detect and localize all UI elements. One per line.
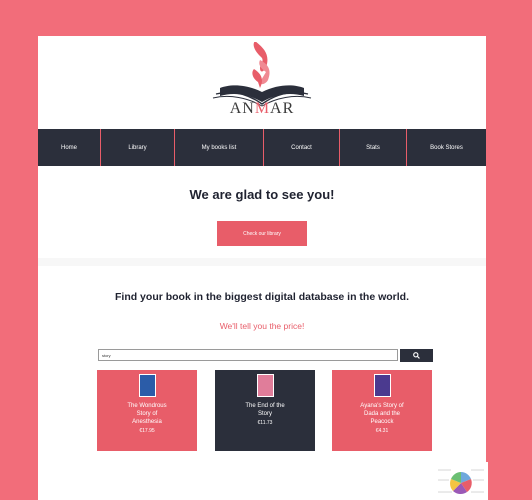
nav-item-my-books-list[interactable]: My books list <box>175 129 264 166</box>
book-price: €17.95 <box>139 428 155 434</box>
book-cover-image <box>373 374 391 397</box>
nav-item-library[interactable]: Library <box>101 129 175 166</box>
nav-item-stats[interactable]: Stats <box>340 129 407 166</box>
brand-name-right: AR <box>270 100 295 117</box>
book-card[interactable]: The Wondrous Story of Anesthesia €17.95 <box>97 370 197 451</box>
book-card[interactable]: Ayana's Story of Dada and the Peacock €4… <box>332 370 432 451</box>
nav-item-home[interactable]: Home <box>38 129 101 166</box>
welcome-heading: We are glad to see you! <box>189 187 335 202</box>
stats-pie-chart-thumbnail[interactable] <box>434 462 488 500</box>
search-section-subheading: We'll tell you the price! <box>219 321 305 331</box>
check-library-button[interactable]: Check our library <box>217 221 307 246</box>
search-icon <box>413 352 420 359</box>
search-button[interactable] <box>400 349 433 362</box>
nav-item-contact[interactable]: Contact <box>264 129 340 166</box>
book-card[interactable]: The End of the Story €11.73 <box>215 370 315 451</box>
brand-name-accent: M <box>254 100 271 117</box>
search-section-heading: Find your book in the biggest digital da… <box>114 291 409 303</box>
book-title: The Wondrous Story of Anesthesia <box>127 403 167 425</box>
book-cover-image <box>138 374 156 397</box>
brand-name: ANMAR <box>38 100 486 118</box>
brand-name-left: AN <box>229 100 255 117</box>
book-price: €4.31 <box>375 428 389 434</box>
section-divider <box>38 258 486 266</box>
book-search-input[interactable] <box>98 349 398 361</box>
book-cover-image <box>256 374 274 397</box>
book-price: €11.73 <box>257 420 273 426</box>
nav-item-book-stores[interactable]: Book Stores <box>407 129 486 166</box>
book-title: Ayana's Story of Dada and the Peacock <box>360 403 404 425</box>
main-nav: Home Library My books list Contact Stats… <box>38 129 486 166</box>
page-container: ANMAR Home Library My books list Contact… <box>38 36 486 500</box>
book-title: The End of the Story <box>245 403 285 417</box>
